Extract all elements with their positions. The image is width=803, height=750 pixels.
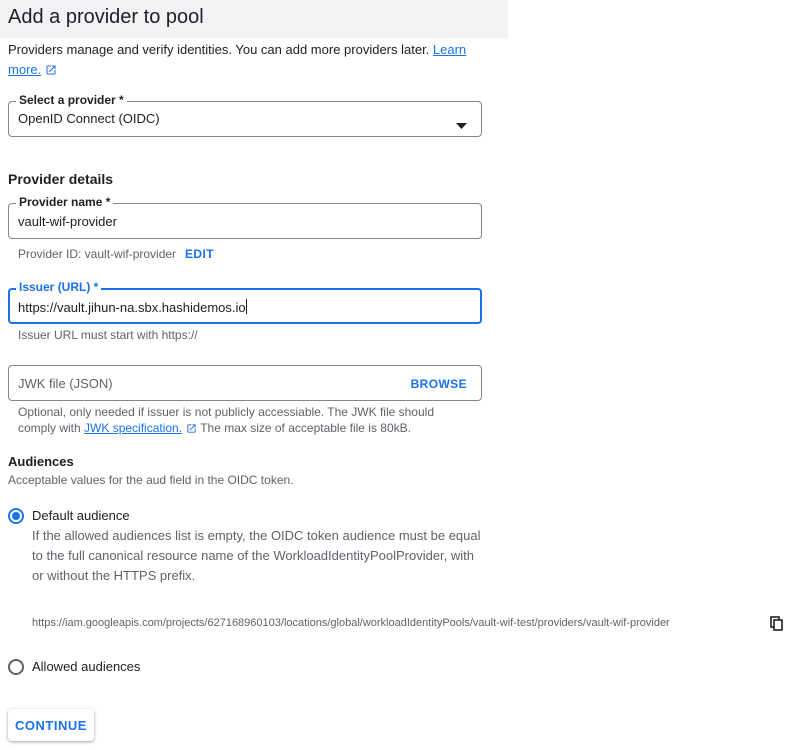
allowed-audiences-radio[interactable] — [8, 659, 24, 675]
open-in-new-icon[interactable] — [45, 62, 57, 82]
provider-name-field[interactable]: Provider name * vault-wif-provider — [8, 195, 482, 239]
provider-select-value: OpenID Connect (OIDC) — [18, 111, 160, 126]
browse-button[interactable]: BROWSE — [411, 377, 467, 391]
intro-text: Providers manage and verify identities. … — [8, 40, 478, 82]
provider-select-label: Select a provider * — [16, 93, 127, 107]
issuer-url-helper: Issuer URL must start with https:// — [18, 328, 198, 342]
page-header: Add a provider to pool — [0, 0, 508, 38]
jwk-helper-line-1: Optional, only needed if issuer is not p… — [18, 405, 434, 419]
provider-name-value: vault-wif-provider — [18, 214, 117, 229]
jwk-specification-link[interactable]: JWK specification. — [84, 421, 182, 435]
open-in-new-icon[interactable] — [186, 422, 197, 438]
provider-select[interactable]: Select a provider * OpenID Connect (OIDC… — [8, 93, 482, 137]
issuer-url-value: https://vault.jihun-na.sbx.hashidemos.io — [18, 299, 247, 315]
issuer-url-field[interactable]: Issuer (URL) * https://vault.jihun-na.sb… — [8, 280, 482, 324]
jwk-file-placeholder: JWK file (JSON) — [18, 376, 113, 391]
copy-icon[interactable] — [770, 616, 783, 636]
default-audience-radio[interactable] — [8, 508, 24, 524]
arrow-drop-down-icon[interactable] — [456, 116, 467, 134]
jwk-helper-line-2-prefix: comply with — [18, 421, 85, 435]
provider-id-text: Provider ID: vault-wif-provider — [18, 247, 177, 261]
jwk-file-helper: Optional, only needed if issuer is not p… — [18, 404, 434, 438]
audiences-description: Acceptable values for the aud field in t… — [8, 473, 294, 487]
text-cursor — [245, 299, 247, 314]
intro-description: Providers manage and verify identities. … — [8, 42, 433, 57]
provider-name-label: Provider name * — [16, 195, 114, 209]
edit-provider-id-button[interactable]: EDIT — [185, 247, 214, 261]
provider-details-heading: Provider details — [8, 171, 114, 187]
jwk-file-field[interactable]: JWK file (JSON) BROWSE — [8, 365, 482, 401]
default-audience-label[interactable]: Default audience — [32, 508, 130, 523]
default-audience-url: https://iam.googleapis.com/projects/6271… — [32, 617, 670, 629]
issuer-url-label: Issuer (URL) * — [16, 280, 102, 294]
allowed-audiences-label[interactable]: Allowed audiences — [32, 659, 140, 674]
page-title: Add a provider to pool — [8, 6, 204, 28]
jwk-helper-line-2-suffix: The max size of acceptable file is 80kB. — [197, 421, 411, 435]
default-audience-description: If the allowed audiences list is empty, … — [32, 528, 481, 583]
audiences-heading: Audiences — [8, 454, 74, 469]
continue-button[interactable]: CONTINUE — [8, 709, 94, 741]
